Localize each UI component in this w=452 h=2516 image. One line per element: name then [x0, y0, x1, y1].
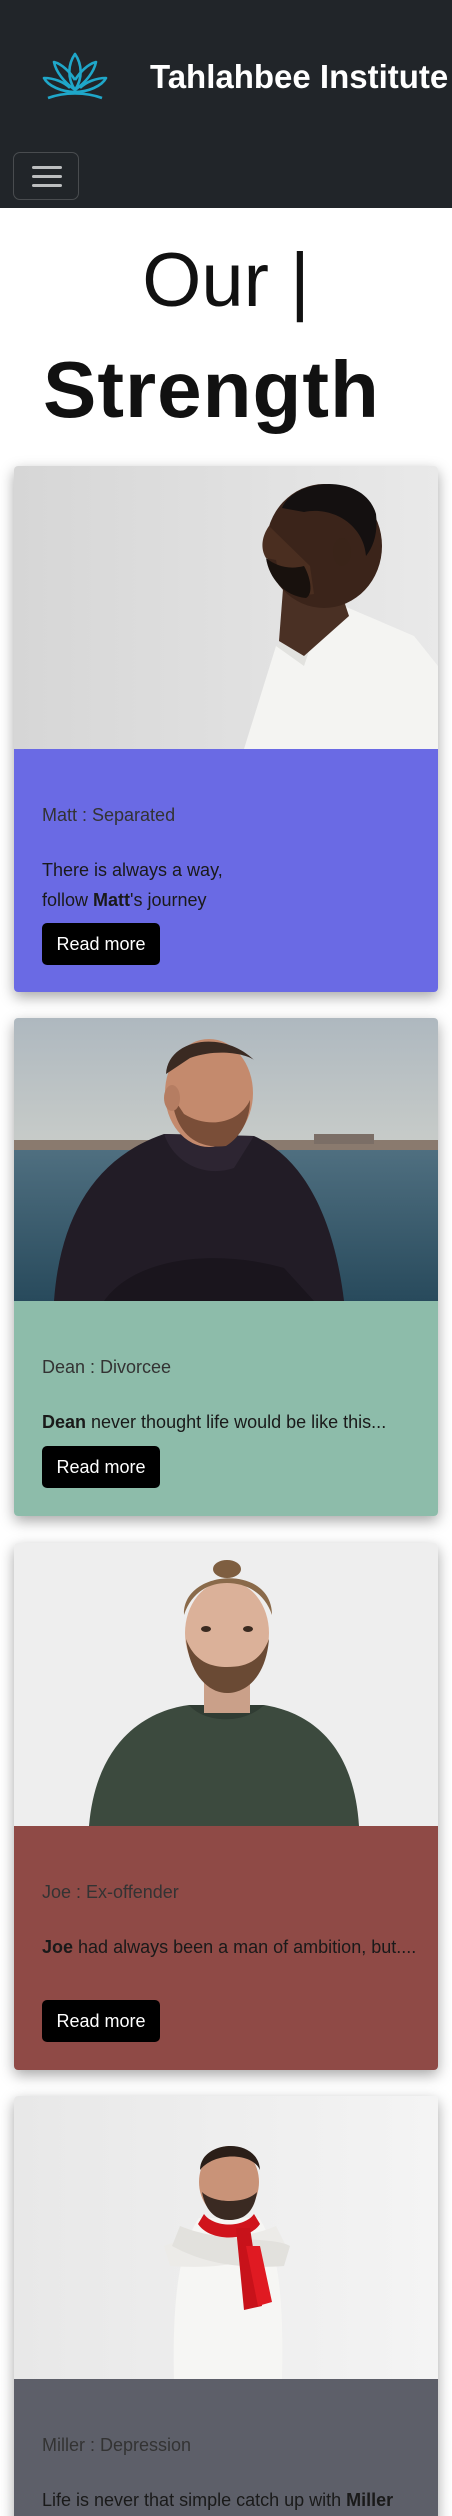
navbar: Tahlahbee Institute [0, 0, 452, 208]
card-text: There is always a way, follow Matt's jou… [42, 860, 223, 910]
section-heading-line1: Our | [142, 238, 310, 323]
card-photo [14, 1543, 438, 1826]
lotus-icon[interactable] [40, 48, 110, 104]
card-body: Matt : Separated There is always a way, … [14, 749, 438, 992]
card-photo [14, 2096, 438, 2379]
read-more-button[interactable]: Read more [42, 923, 160, 965]
card-subtitle: Miller : Depression [42, 2435, 192, 2455]
card-text: Dean never thought life would be like th… [42, 1412, 387, 1432]
read-more-button[interactable]: Read more [42, 2000, 160, 2042]
story-card-miller: Miller : Depression Life is never that s… [14, 2096, 438, 2516]
story-card-dean: Dean : Divorcee Dean never thought life … [14, 1018, 438, 1516]
read-more-button[interactable]: Read more [42, 1446, 160, 1488]
card-subtitle: Joe : Ex-offender [42, 1882, 179, 1902]
story-card-matt: Matt : Separated There is always a way, … [14, 466, 438, 992]
card-subtitle: Matt : Separated [42, 805, 176, 825]
card-subtitle: Dean : Divorcee [42, 1357, 172, 1377]
section-heading-line2: Strength [43, 345, 380, 434]
navbar-toggle-button[interactable] [13, 152, 79, 200]
card-photo [14, 1018, 438, 1301]
card-photo [14, 466, 438, 749]
card-body: Miller : Depression Life is never that s… [14, 2379, 438, 2516]
hamburger-menu-icon [32, 166, 62, 169]
card-text: Joe had always been a man of ambition, b… [42, 1937, 417, 1957]
card-body: Dean : Divorcee Dean never thought life … [14, 1301, 438, 1516]
card-text: Life is never that simple catch up with … [42, 2490, 394, 2510]
hamburger-menu-icon [32, 184, 62, 187]
story-card-joe: Joe : Ex-offender Joe had always been a … [14, 1543, 438, 2070]
card-body: Joe : Ex-offender Joe had always been a … [14, 1826, 438, 2070]
brand-name[interactable]: Tahlahbee Institute [150, 58, 448, 96]
hamburger-menu-icon [32, 175, 62, 178]
